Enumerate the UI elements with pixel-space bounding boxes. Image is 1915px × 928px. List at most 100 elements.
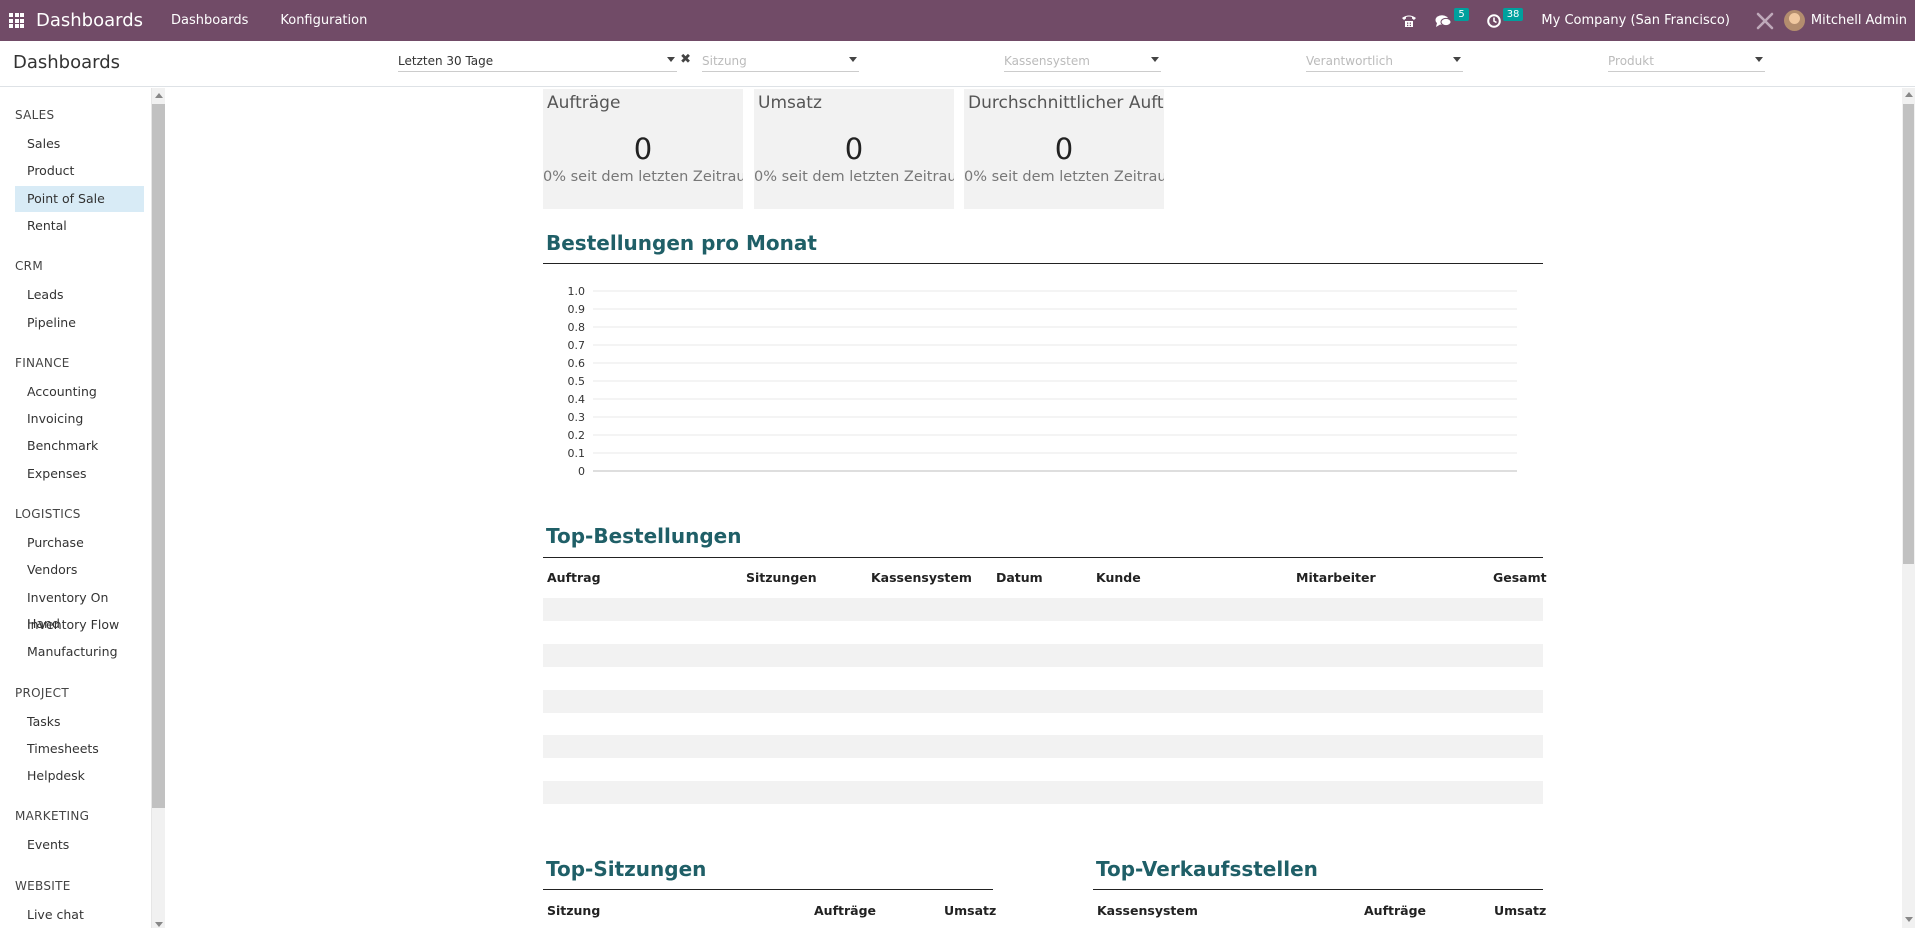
y-tick-label: 0.8 <box>568 321 586 334</box>
kpi-title: Umsatz <box>758 93 822 113</box>
table-row <box>543 644 1543 667</box>
orders-per-month-chart: 0 0.1 0.2 0.3 0.4 0.5 0.6 0.7 0.8 0.9 1.0 <box>568 285 1517 478</box>
column-header[interactable]: Kunde <box>1096 570 1141 585</box>
sidebar-item-events[interactable]: Events <box>15 832 144 858</box>
kpi-card-revenue[interactable]: Umsatz 0 0% seit dem letzten Zeitraum <box>754 89 954 209</box>
scroll-down-icon[interactable] <box>1905 917 1913 922</box>
activities-clock-icon[interactable]: 38 <box>1486 8 1524 28</box>
sidebar-section-title: MARKETING <box>15 809 90 824</box>
table-row <box>543 690 1543 713</box>
chevron-down-icon <box>1453 57 1461 62</box>
y-tick-label: 0.2 <box>568 429 586 442</box>
table-row <box>543 598 1543 621</box>
kpi-card-average-order[interactable]: Durchschnittlicher Auftra 0 0% seit dem … <box>964 89 1164 209</box>
kpi-value: 0 <box>1054 132 1074 166</box>
column-header[interactable]: Aufträge <box>814 903 876 918</box>
clear-filter-icon[interactable]: ✖ <box>680 52 691 67</box>
kpi-title: Durchschnittlicher Auftra <box>968 93 1164 113</box>
sidebar-item-live-chat[interactable]: Live chat <box>15 902 144 928</box>
sidebar-section-title: WEBSITE <box>15 878 71 893</box>
menu-konfiguration[interactable]: Konfiguration <box>280 13 367 28</box>
scroll-up-icon[interactable] <box>1905 92 1913 97</box>
responsible-filter-placeholder: Verantwortlich <box>1306 53 1393 68</box>
chevron-down-icon <box>849 57 857 62</box>
orders-per-month-heading: Bestellungen pro Monat <box>546 231 817 255</box>
column-header[interactable]: Aufträge <box>1364 903 1426 918</box>
sidebar-item-product[interactable]: Product <box>15 158 144 184</box>
y-tick-label: 0.3 <box>568 411 586 424</box>
messages-icon[interactable]: 5 <box>1435 8 1469 28</box>
app-brand[interactable]: Dashboards <box>36 10 143 31</box>
sidebar-item-tasks[interactable]: Tasks <box>15 709 144 735</box>
sidebar-item-inventory-on-hand[interactable]: Inventory On Hand <box>15 585 144 631</box>
y-tick-label: 0.4 <box>568 393 586 406</box>
table-row <box>543 735 1543 758</box>
sidebar-item-point-of-sale[interactable]: Point of Sale <box>15 185 144 212</box>
pos-filter[interactable]: Kassensystem <box>1004 50 1161 72</box>
sidebar-section-title: SALES <box>15 108 55 122</box>
scroll-down-icon[interactable] <box>155 922 163 927</box>
column-header[interactable]: Kassensystem <box>1097 903 1198 918</box>
kpi-card-orders[interactable]: Aufträge 0 0% seit dem letzten Zeitraum <box>543 89 743 209</box>
menu-dashboards[interactable]: Dashboards <box>171 13 248 28</box>
sidebar-item-expenses[interactable]: Expenses <box>15 461 144 487</box>
sidebar-item-accounting[interactable]: Accounting <box>15 379 144 405</box>
column-header[interactable]: Umsatz <box>944 903 996 918</box>
control-panel: Dashboards Letzten 30 Tage ✖ Sitzung Kas… <box>0 41 1915 87</box>
session-filter[interactable]: Sitzung <box>702 50 859 72</box>
period-filter[interactable]: Letzten 30 Tage ✖ <box>398 50 691 72</box>
chevron-down-icon <box>667 57 675 62</box>
column-header[interactable]: Auftrag <box>547 570 601 585</box>
main-scrollbar-thumb[interactable] <box>1903 104 1914 564</box>
kpi-change: 0% seit dem letzten Zeitraum <box>964 169 1164 185</box>
y-tick-label: 0.6 <box>568 357 586 370</box>
column-header[interactable]: Mitarbeiter <box>1296 570 1376 585</box>
company-switcher[interactable]: My Company (San Francisco) <box>1541 13 1729 28</box>
top-sessions-heading: Top-Sitzungen <box>546 857 707 881</box>
section-divider <box>543 889 993 890</box>
user-avatar[interactable] <box>1783 10 1805 31</box>
activities-badge: 38 <box>1502 8 1524 21</box>
y-tick-label: 0.7 <box>568 339 586 352</box>
column-header[interactable]: Kassensystem <box>871 570 972 585</box>
top-navbar: Dashboards Dashboards Konfiguration 5 38… <box>0 0 1915 41</box>
chevron-down-icon <box>1755 57 1763 62</box>
sidebar-item-benchmark[interactable]: Benchmark <box>15 433 144 459</box>
sidebar: SALES Sales Product Point of Sale Rental CRM L… <box>0 88 152 928</box>
sidebar-section-title: PROJECT <box>15 685 69 700</box>
sidebar-section-title: CRM <box>15 259 43 274</box>
product-filter[interactable]: Produkt <box>1608 50 1765 72</box>
sidebar-item-inventory-flow[interactable]: Inventory Flow <box>15 612 144 638</box>
messages-badge: 5 <box>1454 8 1469 21</box>
kpi-change: 0% seit dem letzten Zeitraum <box>754 169 954 185</box>
apps-grid-icon[interactable] <box>9 13 24 28</box>
column-header[interactable]: Sitzungen <box>746 570 817 585</box>
sidebar-item-rental[interactable]: Rental <box>15 213 144 239</box>
sidebar-item-invoicing[interactable]: Invoicing <box>15 406 144 432</box>
page-title: Dashboards <box>13 52 121 73</box>
sidebar-item-vendors[interactable]: Vendors <box>15 557 144 583</box>
sidebar-item-helpdesk[interactable]: Helpdesk <box>15 763 144 789</box>
sidebar-scrollbar-thumb[interactable] <box>152 104 165 808</box>
column-header[interactable]: Sitzung <box>547 903 600 918</box>
responsible-filter[interactable]: Verantwortlich <box>1306 50 1463 72</box>
kpi-change: 0% seit dem letzten Zeitraum <box>543 169 743 185</box>
sidebar-item-purchase[interactable]: Purchase <box>15 530 144 556</box>
sidebar-item-sales[interactable]: Sales <box>15 131 144 157</box>
debug-tools-icon[interactable] <box>1756 12 1774 30</box>
section-divider <box>543 263 1543 264</box>
user-menu[interactable]: Mitchell Admin <box>1811 13 1907 28</box>
column-header[interactable]: Gesamt <box>1493 570 1547 585</box>
sidebar-item-manufacturing[interactable]: Manufacturing <box>15 639 144 665</box>
column-header[interactable]: Umsatz <box>1494 903 1546 918</box>
pos-filter-placeholder: Kassensystem <box>1004 53 1090 68</box>
scroll-up-icon[interactable] <box>155 93 163 98</box>
column-header[interactable]: Datum <box>996 570 1043 585</box>
phone-icon[interactable] <box>1401 14 1417 28</box>
sidebar-item-leads[interactable]: Leads <box>15 282 144 308</box>
kpi-title: Aufträge <box>547 93 621 113</box>
sidebar-item-timesheets[interactable]: Timesheets <box>15 736 144 762</box>
sidebar-item-pipeline[interactable]: Pipeline <box>15 310 144 336</box>
sidebar-section-title: LOGISTICS <box>15 507 81 521</box>
top-pos-heading: Top-Verkaufsstellen <box>1096 857 1318 881</box>
